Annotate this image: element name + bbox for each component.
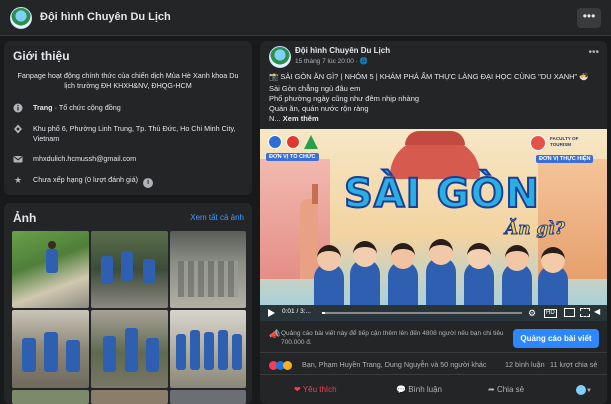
photo-thumbnail[interactable] xyxy=(91,310,168,388)
like-button[interactable]: ❤ Yêu thích xyxy=(294,382,337,398)
post-text-line: Quán ăn, quán nước rộn ràng xyxy=(269,104,369,113)
photo-thumbnail[interactable] xyxy=(12,390,89,404)
post-card: Đội hình Chuyên Du Lịch 15 tháng 7 lúc 2… xyxy=(260,41,607,404)
info-icon xyxy=(13,103,23,113)
play-icon[interactable] xyxy=(268,309,275,317)
faculty-label: FACULTY OF TOURISM xyxy=(550,136,579,147)
faculty-logo xyxy=(530,135,546,151)
video-time: 0:01 / 3:... xyxy=(282,308,311,315)
boost-post-button[interactable]: Quảng cáo bài viết xyxy=(513,329,599,348)
organizer-logo xyxy=(304,135,318,149)
organizer-label: ĐƠN VỊ TỔ CHỨC xyxy=(266,153,319,161)
page-avatar[interactable] xyxy=(10,7,32,29)
photo-thumbnail[interactable] xyxy=(170,390,246,404)
hd-icon[interactable]: HD xyxy=(544,309,557,318)
comment-button[interactable]: 💬 Bình luận xyxy=(396,382,442,398)
settings-icon[interactable]: ⚙ xyxy=(528,308,536,318)
care-reaction-icon xyxy=(283,360,292,370)
video-subline: Ăn gì? xyxy=(505,219,566,240)
page-title[interactable]: Đội hình Chuyên Du Lịch xyxy=(40,11,171,23)
rating-text: Chưa xếp hạng (0 lượt đánh giá) xyxy=(33,175,139,184)
address-text: Khu phố 6, Phường Linh Trung, Tp. Thủ Đứ… xyxy=(33,124,236,143)
post-video[interactable]: ĐƠN VỊ TỔ CHỨC FACULTY OF TOURISM ĐƠN VỊ… xyxy=(260,129,607,321)
globe-icon: 🌐 xyxy=(359,58,368,65)
share-count[interactable]: 11 lượt chia sẻ xyxy=(550,360,597,369)
post-text-line: Phố phường ngày cũng như đêm nhịp nhàng xyxy=(269,94,420,103)
audience-selector[interactable]: ▼ xyxy=(576,382,592,398)
see-more-link[interactable]: Xem thêm xyxy=(283,114,319,123)
intro-heading: Giới thiệu xyxy=(13,49,70,63)
reaction-names[interactable]: Bạn, Phạm Huyền Trang, Dung Nguyễn và 50… xyxy=(302,360,487,369)
intro-description: Fanpage hoạt động chính thức của chiến d… xyxy=(17,71,239,90)
post-author-name[interactable]: Đội hình Chuyên Du Lịch xyxy=(295,46,390,55)
post-text-line: Sài Gòn chẳng ngủ đâu em xyxy=(269,84,361,93)
mail-icon xyxy=(13,154,23,164)
miniplayer-icon[interactable] xyxy=(564,308,575,317)
avatar xyxy=(576,384,586,395)
boost-section: 📣 Quảng cáo bài viết này để tiếp cận thê… xyxy=(260,325,607,353)
page-header: Đội hình Chuyên Du Lịch ••• xyxy=(0,0,611,36)
comment-count[interactable]: 12 bình luận xyxy=(505,360,545,369)
post-stats: Bạn, Phạm Huyền Trang, Dung Nguyễn và 50… xyxy=(260,355,607,375)
heart-icon: ❤ xyxy=(294,385,301,394)
photo-thumbnail[interactable] xyxy=(12,310,89,388)
page-type-label: Trang xyxy=(33,103,53,112)
video-progress-bar[interactable] xyxy=(322,312,522,314)
reaction-icons[interactable] xyxy=(269,360,292,370)
share-icon: ➦ xyxy=(488,385,495,394)
page-type-value: · Tổ chức cộng đồng xyxy=(52,103,121,112)
video-controls: 0:01 / 3:... ⚙ HD ◀ xyxy=(260,305,607,321)
boost-text: Quảng cáo bài viết này để tiếp cận thêm … xyxy=(281,330,504,346)
post-text-line: N... Xem thêm xyxy=(269,114,319,123)
share-button[interactable]: ➦ Chia sẻ xyxy=(488,382,524,398)
organizer-logo xyxy=(286,135,300,149)
fullscreen-icon[interactable] xyxy=(580,308,590,317)
photo-thumbnail[interactable] xyxy=(91,390,168,404)
star-icon: ★ xyxy=(13,175,23,185)
photos-card: Ảnh Xem tất cả ảnh xyxy=(4,203,252,404)
comment-icon: 💬 xyxy=(396,385,406,394)
info-icon[interactable]: i xyxy=(143,178,154,188)
post-text-line: 📸 SÀI GÒN ĂN GÌ? | NHÓM 5 | KHÁM PHÁ ẨM … xyxy=(269,72,589,81)
chevron-down-icon: ▼ xyxy=(586,388,592,394)
location-pin-icon xyxy=(13,124,23,134)
students-group xyxy=(292,239,582,305)
photo-thumbnail[interactable] xyxy=(91,231,168,308)
see-all-photos-link[interactable]: Xem tất cả ảnh xyxy=(190,213,244,222)
megaphone-icon: 📣 xyxy=(269,329,281,339)
intro-card: Giới thiệu Fanpage hoạt động chính thức … xyxy=(4,41,252,195)
photo-thumbnail[interactable] xyxy=(170,310,246,388)
photos-heading: Ảnh xyxy=(13,211,37,225)
implementer-label: ĐƠN VỊ THỰC HIỆN xyxy=(536,155,594,163)
photo-thumbnail[interactable] xyxy=(12,231,89,308)
video-headline: SÀI GÒN xyxy=(343,170,540,218)
post-options-icon[interactable]: ••• xyxy=(588,47,599,58)
volume-icon[interactable]: ◀ xyxy=(594,307,600,316)
email-text[interactable]: mhxdulich.hcmussh@gmail.com xyxy=(33,154,249,164)
post-actions: ❤ Yêu thích 💬 Bình luận ➦ Chia sẻ ▼ xyxy=(260,377,607,403)
photo-thumbnail[interactable] xyxy=(170,231,246,308)
post-author-avatar[interactable] xyxy=(269,46,291,68)
organizer-logo xyxy=(268,135,282,149)
post-timestamp[interactable]: 15 tháng 7 lúc 20:00 · 🌐 xyxy=(295,57,368,65)
ellipsis-icon[interactable]: ••• xyxy=(577,8,601,28)
